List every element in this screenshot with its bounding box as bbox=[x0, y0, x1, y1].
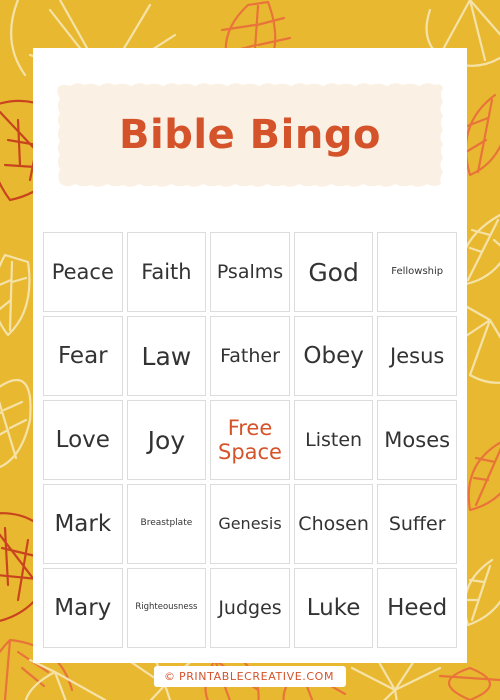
bingo-cell-label: Love bbox=[55, 426, 110, 453]
bingo-cell-r2c1[interactable]: Fear bbox=[43, 316, 123, 396]
bingo-cell-label: Peace bbox=[51, 259, 114, 284]
bingo-cell-r5c2[interactable]: Righteousness bbox=[126, 568, 207, 648]
bingo-page: Bible Bingo Peace Faith Psalms God Fello… bbox=[0, 0, 500, 700]
bingo-cell-r3c4[interactable]: Listen bbox=[293, 400, 374, 480]
bingo-cell-r3c5[interactable]: Moses bbox=[377, 400, 457, 480]
bingo-cell-label: Suffer bbox=[388, 512, 446, 535]
title-banner: Bible Bingo bbox=[55, 80, 445, 190]
bingo-cell-label: Fellowship bbox=[391, 265, 444, 277]
bingo-cell-label: Chosen bbox=[298, 512, 369, 535]
bingo-cell-label: Moses bbox=[384, 427, 451, 452]
bingo-cell-r1c1[interactable]: Peace bbox=[43, 232, 123, 312]
bingo-cell-r4c3[interactable]: Genesis bbox=[210, 484, 290, 564]
bingo-cell-r4c5[interactable]: Suffer bbox=[377, 484, 457, 564]
bingo-cell-r1c2[interactable]: Faith bbox=[126, 232, 207, 312]
page-title: Bible Bingo bbox=[119, 112, 381, 158]
leaf-cream-left-oval bbox=[0, 379, 32, 469]
bingo-cell-r3c1[interactable]: Love bbox=[43, 400, 123, 480]
bingo-cell-label: Law bbox=[141, 341, 192, 371]
bingo-cell-label: Genesis bbox=[218, 514, 282, 534]
footer-credit-badge[interactable]: © PRINTABLECREATIVE.COM bbox=[153, 666, 347, 687]
free-space-line1: Free bbox=[227, 415, 273, 440]
bingo-cell-r4c2[interactable]: Breastplate bbox=[126, 484, 207, 564]
bingo-cell-label: Judges bbox=[218, 596, 282, 619]
bingo-cell-r2c5[interactable]: Jesus bbox=[377, 316, 457, 396]
leaf-orange-right-upper bbox=[460, 93, 500, 177]
bingo-cell-r2c2[interactable]: Law bbox=[126, 316, 207, 396]
free-space-line2: Space bbox=[217, 440, 282, 464]
leaf-cream-bottom-left bbox=[24, 658, 107, 700]
bingo-cell-label: Faith bbox=[141, 259, 192, 284]
leaf-cream-left-mid bbox=[0, 253, 31, 337]
free-space-label: Free Space bbox=[213, 416, 287, 464]
bingo-cell-r2c3[interactable]: Father bbox=[210, 316, 290, 396]
bingo-cell-label: Obey bbox=[303, 342, 364, 369]
bingo-cell-label: Fear bbox=[57, 342, 108, 369]
bingo-cell-label: Psalms bbox=[216, 260, 284, 283]
bingo-grid: Peace Faith Psalms God Fellowship Fear L… bbox=[43, 232, 457, 648]
leaf-orange-right-lower bbox=[467, 441, 500, 512]
footer-site-label: PRINTABLECREATIVE.COM bbox=[178, 670, 335, 683]
bingo-cell-label: Father bbox=[220, 344, 280, 367]
bingo-cell-label: Listen bbox=[305, 428, 363, 451]
bingo-cell-label: God bbox=[308, 257, 359, 287]
bingo-cell-label: Luke bbox=[306, 594, 361, 621]
bingo-cell-r1c3[interactable]: Psalms bbox=[210, 232, 290, 312]
printable-card: Bible Bingo Peace Faith Psalms God Fello… bbox=[33, 48, 467, 663]
bingo-cell-label: Righteousness bbox=[135, 602, 198, 613]
bingo-cell-label: Joy bbox=[147, 425, 186, 455]
bingo-cell-r1c5[interactable]: Fellowship bbox=[377, 232, 457, 312]
bingo-cell-label: Mark bbox=[54, 510, 112, 537]
bingo-cell-r5c4[interactable]: Luke bbox=[293, 568, 374, 648]
bingo-cell-label: Mary bbox=[54, 594, 112, 621]
bingo-cell-r3c2[interactable]: Joy bbox=[126, 400, 207, 480]
bingo-cell-r5c3[interactable]: Judges bbox=[210, 568, 290, 648]
bingo-cell-r1c4[interactable]: God bbox=[293, 232, 374, 312]
bingo-cell-label: Jesus bbox=[390, 343, 445, 368]
bingo-cell-r5c5[interactable]: Heed bbox=[377, 568, 457, 648]
bingo-cell-free-space[interactable]: Free Space bbox=[210, 400, 290, 480]
bingo-cell-label: Heed bbox=[387, 594, 448, 621]
bingo-cell-r4c4[interactable]: Chosen bbox=[293, 484, 374, 564]
leaf-orange-bottom-far-right bbox=[438, 666, 500, 700]
leaf-cream-right-bottom bbox=[463, 558, 500, 627]
bingo-cell-r5c1[interactable]: Mary bbox=[43, 568, 123, 648]
bingo-cell-r4c1[interactable]: Mark bbox=[43, 484, 123, 564]
bingo-cell-r2c4[interactable]: Obey bbox=[293, 316, 374, 396]
copyright-icon: © bbox=[163, 670, 175, 683]
bingo-cell-label: Breastplate bbox=[140, 518, 193, 529]
